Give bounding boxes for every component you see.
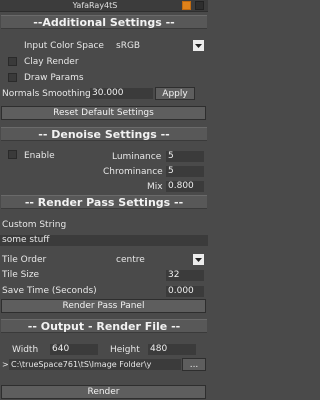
input-color-space-label: Input Color Space [24,41,104,51]
path-prefix: > [2,360,9,369]
render-pass-settings-header: -- Render Pass Settings -- [1,195,207,209]
tile-order-label: Tile Order [2,255,47,265]
height-input[interactable]: 480 [148,344,196,355]
chevron-down-icon[interactable] [193,254,204,265]
render-button[interactable]: Render [1,385,206,399]
draw-params-checkbox[interactable] [8,73,17,82]
output-render-file-header: -- Output - Render File -- [1,319,207,333]
width-input[interactable]: 640 [50,344,98,355]
tile-order-value[interactable]: centre [116,254,145,266]
denoise-enable-checkbox[interactable] [8,150,17,159]
minimize-button[interactable] [182,1,191,10]
window-title: YafaRay4tS [72,1,118,10]
input-color-space-value[interactable]: sRGB [116,40,140,52]
height-label: Height [110,345,140,355]
close-button[interactable] [195,1,204,10]
reset-default-settings-button[interactable]: Reset Default Settings [1,106,206,120]
denoise-settings-header: -- Denoise Settings -- [1,127,207,141]
tile-size-input[interactable]: 32 [166,270,204,281]
custom-string-input[interactable]: some stuff [0,235,208,246]
normals-smoothing-label: Normals Smoothing [2,89,91,99]
normals-smoothing-input[interactable]: 30.000 [90,88,153,99]
clay-render-label: Clay Render [24,57,79,67]
chrominance-label: Chrominance [103,167,163,177]
chevron-down-icon[interactable] [193,40,204,51]
draw-params-label: Draw Params [24,73,84,83]
chrominance-input[interactable]: 5 [166,166,204,177]
mix-input[interactable]: 0.800 [166,181,204,192]
custom-string-label: Custom String [2,220,67,230]
luminance-label: Luminance [112,152,162,162]
additional-settings-header: --Additional Settings -- [1,15,207,29]
denoise-enable-label: Enable [24,151,55,161]
mix-label: Mix [147,182,163,192]
browse-button[interactable]: ... [182,358,206,371]
width-label: Width [12,345,39,355]
luminance-input[interactable]: 5 [166,151,204,162]
apply-button[interactable]: Apply [155,87,195,100]
tile-size-label: Tile Size [2,270,40,280]
render-pass-panel-button[interactable]: Render Pass Panel [1,299,206,313]
render-file-path-input[interactable]: C:\trueSpace761\tS\Image Folder\y [9,359,181,370]
save-time-input[interactable]: 0.000 [166,286,204,297]
clay-render-checkbox[interactable] [8,57,17,66]
save-time-label: Save Time (Seconds) [2,286,97,296]
